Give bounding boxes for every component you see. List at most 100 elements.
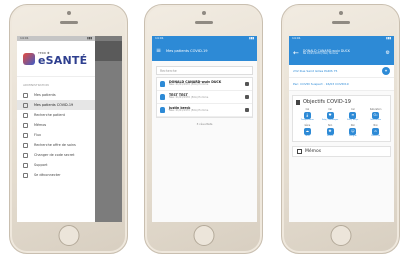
drawer-item-label: Mémos	[34, 123, 47, 127]
lock-icon	[245, 95, 249, 99]
fever-icon: ✺	[326, 128, 334, 135]
status-row: Pec: COVID Suspect · 16/03 COVID19	[289, 78, 394, 91]
objectifs-title: Objectifs COVID-19	[303, 99, 351, 105]
objective-tile[interactable]: Cal ♥ Fréq. Cardiaque	[319, 108, 342, 122]
drawer-item[interactable]: Se déconnecter	[17, 170, 95, 180]
drawer-item-label: Changer de code secret	[34, 153, 75, 157]
patient-row[interactable]: TEST TEST Née: 01/01/1970 (50A) Homme	[157, 91, 252, 104]
phone-frame-list: 14:01 ▮▮▮ ≡ Mes patients COVID-19 Recherc…	[144, 4, 263, 254]
objective-tile[interactable]: Non ✺ Fièvre	[319, 124, 342, 138]
screen-patient-list: 14:01 ▮▮▮ ≡ Mes patients COVID-19 Recherc…	[152, 36, 257, 222]
drawer-item[interactable]: Mes patients COVID-19	[17, 100, 95, 110]
cough-icon: ☁	[303, 128, 311, 135]
patient-subtitle: Né 01/01/1970 (50A) Homme	[302, 52, 339, 56]
search-icon	[23, 112, 28, 118]
user-virus-icon	[23, 102, 28, 108]
bookmark-icon	[296, 99, 300, 105]
logout-icon	[23, 172, 28, 178]
patient-avatar-icon	[160, 81, 165, 87]
drawer-item-label: Flux	[34, 133, 42, 137]
patient-row[interactable]: Justin berck Née: 01/01/1970 (50A) Homme	[157, 104, 252, 117]
drawer-item[interactable]: Mémos	[17, 120, 95, 130]
tile-label: Saturation	[370, 119, 382, 121]
memos-section[interactable]: Mémos	[292, 146, 391, 157]
patient-list: DONALD CANARD-wuiv DUCK Née: 01/01/1970 (…	[156, 77, 253, 118]
status-icons: ▮▮▮	[386, 36, 391, 40]
objective-tile[interactable]: Non ☹ Fatigue	[342, 124, 365, 138]
objective-tile[interactable]: Gêne ☁ Toux	[296, 124, 319, 138]
home-button[interactable]	[330, 225, 351, 246]
lock-icon	[245, 108, 249, 112]
patient-avatar-icon	[160, 94, 165, 100]
drawer-item-label: Recherche patient	[34, 113, 65, 117]
objectifs-section: Objectifs COVID-19 Cal 🌡 Température Cal ♥ Fr…	[292, 95, 391, 142]
key-icon	[23, 152, 28, 158]
home-button[interactable]	[58, 225, 79, 246]
speaker-slot	[59, 21, 78, 24]
drawer-item[interactable]: Flux	[17, 130, 95, 140]
drawer-item[interactable]: Recherche offre de soins	[17, 140, 95, 150]
status-icons: ▮▮▮	[87, 36, 92, 40]
support-icon	[23, 162, 28, 168]
speaker-slot	[194, 21, 213, 24]
drawer-item[interactable]: Mes patients	[17, 90, 95, 100]
home-icon: ⌂	[372, 128, 380, 135]
phone-frame-detail: 14:01 ▮▮▮ ← DONALD CANARD-wuiv DUCK Né 01…	[281, 4, 400, 254]
status-time: 14:01	[20, 36, 29, 40]
screen-menu: 14:01 ▮▮▮ TERR ✚ eSANTÉ ADMINISTRATION Me…	[17, 36, 122, 222]
patient-avatar-icon	[160, 107, 165, 113]
settings-icon[interactable]: ⚙	[386, 50, 390, 56]
drawer-item-label: Se déconnecter	[34, 173, 61, 177]
back-arrow-icon[interactable]: ←	[293, 49, 299, 57]
brand-logo: TERR ✚ eSANTÉ	[17, 41, 95, 77]
navigation-drawer: 14:01 ▮▮▮ TERR ✚ eSANTÉ ADMINISTRATION Me…	[17, 36, 95, 222]
drawer-item[interactable]: Recherche patient	[17, 110, 95, 120]
tile-label: Domicile	[371, 135, 381, 137]
tile-label: Toux	[305, 135, 310, 137]
camera-dot	[338, 11, 343, 15]
address-row[interactable]: 232 Rue Saint Gilles PARIS 75 ⌖	[289, 65, 394, 78]
patient-row[interactable]: DONALD CANARD-wuiv DUCK Née: 01/01/1970 (…	[157, 78, 252, 91]
screen-patient-detail: 14:01 ▮▮▮ ← DONALD CANARD-wuiv DUCK Né 01…	[289, 36, 394, 222]
search-input[interactable]: Recherche	[156, 66, 253, 75]
tile-label: Fatigue	[349, 135, 357, 137]
phone-frame-menu: 14:01 ▮▮▮ TERR ✚ eSANTÉ ADMINISTRATION Me…	[9, 4, 128, 254]
camera-dot	[201, 11, 206, 15]
memo-icon	[297, 149, 302, 154]
home-button[interactable]	[193, 225, 214, 246]
drawer-item-label: Support	[34, 163, 48, 167]
heart-icon: ♥	[326, 112, 334, 119]
oxygen-icon: O₂	[372, 112, 380, 119]
patient-details: Née: 01/01/1970 (50A) Homme	[169, 109, 209, 113]
hamburger-menu-icon[interactable]: ≡	[156, 48, 161, 54]
speaker-slot	[331, 21, 350, 24]
drawer-item[interactable]: Support	[17, 160, 95, 170]
tile-label: Température	[300, 119, 314, 121]
app-bar: ≡ Mes patients COVID-19	[152, 41, 257, 61]
drawer-section-label: ADMINISTRATION	[23, 83, 49, 87]
drawer-item-label: Mes patients COVID-19	[34, 103, 74, 107]
objective-tile[interactable]: Cal ≋ Fréq. Resp.	[342, 108, 365, 122]
logo-mark-icon	[23, 52, 35, 65]
address-text: 232 Rue Saint Gilles PARIS 75	[293, 69, 338, 73]
app-bar: ← DONALD CANARD-wuiv DUCK Né 01/01/1970 …	[289, 41, 394, 65]
patient-details: Née: 01/01/1970 (50A) Homme	[169, 96, 209, 100]
page-title: Mes patients COVID-19	[166, 49, 208, 53]
result-count: 3 résultats	[196, 122, 213, 126]
memos-label: Mémos	[305, 149, 322, 154]
objective-tile[interactable]: Non ⌂ Domicile	[364, 124, 387, 138]
drawer-scrim[interactable]	[95, 36, 122, 222]
lock-icon	[245, 82, 249, 86]
tile-label: Fièvre	[327, 135, 334, 137]
status-time: 14:01	[155, 36, 164, 40]
drawer-item-label: Recherche offre de soins	[34, 143, 76, 147]
fatigue-icon: ☹	[349, 128, 357, 135]
drawer-item-label: Mes patients	[34, 93, 56, 97]
location-icon	[23, 142, 28, 148]
flux-icon	[23, 132, 28, 138]
objective-tile[interactable]: Saturation O₂ Saturation	[364, 108, 387, 122]
drawer-item[interactable]: Changer de code secret	[17, 150, 95, 160]
objective-tile[interactable]: Cal 🌡 Température	[296, 108, 319, 122]
status-icons: ▮▮▮	[249, 36, 254, 40]
location-pin-icon[interactable]: ⌖	[382, 67, 390, 75]
